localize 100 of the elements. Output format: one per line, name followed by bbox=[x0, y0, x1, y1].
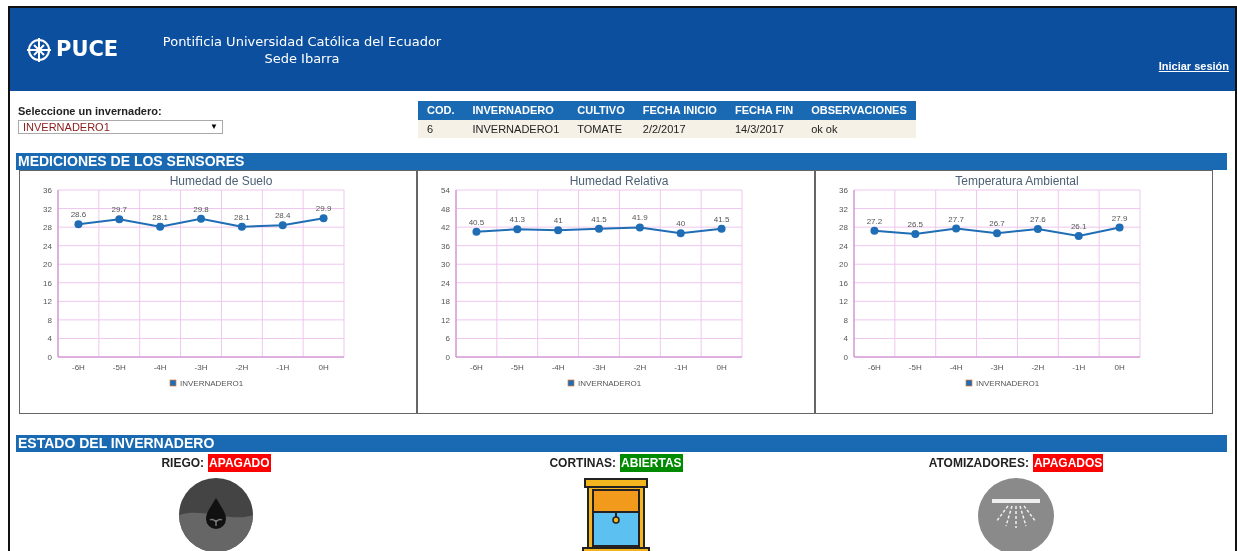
axis-tick-label: 0 bbox=[843, 353, 848, 362]
data-label: 26.1 bbox=[1070, 221, 1087, 231]
axis-tick-label: 0 bbox=[445, 353, 450, 362]
data-point bbox=[115, 215, 124, 224]
data-label: 27.6 bbox=[1030, 214, 1046, 224]
axis-tick-label: -5H bbox=[510, 363, 524, 372]
axis-tick-label: -4H bbox=[551, 363, 565, 372]
data-label: 41.5 bbox=[591, 214, 607, 224]
logo-text: PUCE bbox=[56, 35, 119, 63]
axis-tick-label: -4H bbox=[153, 363, 167, 372]
legend-label: INVERNADERO1 bbox=[578, 379, 642, 388]
data-label: 40 bbox=[676, 219, 686, 229]
axis-tick-label: 8 bbox=[843, 315, 848, 325]
column-header: FECHA FIN bbox=[725, 101, 803, 120]
status-label: CORTINAS: bbox=[549, 455, 617, 472]
status-value: APAGADOS bbox=[1032, 454, 1104, 472]
axis-tick-label: -5H bbox=[908, 363, 922, 372]
data-point bbox=[1033, 224, 1042, 233]
data-label: 27.9 bbox=[1111, 213, 1128, 223]
data-label: 26.7 bbox=[989, 219, 1005, 229]
axis-tick-label: 16 bbox=[839, 278, 848, 288]
axis-tick-label: 18 bbox=[441, 297, 450, 307]
chart-title: Humedad de Suelo bbox=[169, 174, 273, 188]
axis-tick-label: 12 bbox=[43, 297, 52, 307]
axis-tick-label: 12 bbox=[839, 297, 848, 307]
axis-tick-label: 36 bbox=[43, 186, 52, 195]
data-label: 41.3 bbox=[509, 215, 526, 225]
data-point bbox=[1074, 231, 1083, 240]
data-label: 26.5 bbox=[907, 220, 924, 230]
data-point bbox=[635, 223, 644, 232]
logo-icon bbox=[26, 36, 52, 63]
login-link[interactable]: Iniciar sesión bbox=[1158, 60, 1229, 72]
axis-tick-label: 36 bbox=[441, 241, 450, 251]
data-point bbox=[156, 222, 165, 231]
axis-tick-label: 4 bbox=[843, 334, 848, 344]
axis-tick-label: -4H bbox=[949, 363, 963, 372]
axis-tick-label: 0H bbox=[1114, 363, 1125, 372]
axis-tick-label: 30 bbox=[441, 260, 450, 270]
status-value: ABIERTAS bbox=[620, 454, 683, 472]
axis-tick-label: 20 bbox=[43, 260, 52, 270]
axis-tick-label: 42 bbox=[441, 223, 450, 233]
axis-tick-label: -1H bbox=[1072, 363, 1086, 372]
axis-tick-label: 0H bbox=[318, 363, 329, 372]
axis-tick-label: -1H bbox=[674, 363, 688, 372]
data-point bbox=[595, 224, 603, 233]
axis-tick-label: -1H bbox=[276, 363, 290, 372]
axis-tick-label: 20 bbox=[839, 260, 848, 270]
status-value: APAGADO bbox=[208, 454, 271, 472]
data-label: 41 bbox=[553, 216, 563, 226]
data-label: 40.5 bbox=[468, 217, 485, 227]
axis-tick-label: -3H bbox=[990, 363, 1004, 372]
data-point bbox=[993, 229, 1001, 238]
data-label: 28.6 bbox=[70, 210, 87, 220]
column-header: INVERNADERO bbox=[463, 101, 569, 120]
data-point bbox=[197, 214, 205, 223]
chart-title: Temperatura Ambiental bbox=[955, 174, 1079, 188]
axis-tick-label: 0 bbox=[47, 353, 52, 362]
legend-swatch bbox=[965, 379, 973, 387]
axis-tick-label: -2H bbox=[633, 363, 647, 372]
axis-tick-label: 32 bbox=[839, 204, 848, 214]
axis-tick-label: -3H bbox=[592, 363, 606, 372]
axis-tick-label: 48 bbox=[441, 204, 450, 214]
data-point bbox=[319, 214, 328, 223]
axis-tick-label: 28 bbox=[43, 223, 52, 233]
legend-swatch bbox=[169, 379, 177, 387]
data-label: 28.1 bbox=[152, 212, 168, 222]
legend-label: INVERNADERO1 bbox=[976, 379, 1040, 388]
greenhouse-select[interactable]: INVERNADERO1 ▼ bbox=[18, 119, 223, 134]
sprinkler-icon bbox=[978, 478, 1054, 551]
data-point bbox=[870, 226, 879, 235]
section-header: ESTADO DEL INVERNADERO bbox=[16, 435, 1227, 452]
data-point bbox=[472, 227, 481, 236]
axis-tick-label: -2H bbox=[1031, 363, 1045, 372]
selector-label: Seleccione un invernadero: bbox=[18, 104, 163, 119]
data-label: 41.5 bbox=[713, 214, 730, 224]
data-label: 27.7 bbox=[948, 214, 964, 224]
data-label: 29.7 bbox=[111, 205, 128, 215]
axis-tick-label: -2H bbox=[235, 363, 249, 372]
university-name: Pontificia Universidad Católica del Ecuador bbox=[162, 32, 442, 50]
data-point bbox=[676, 229, 685, 238]
axis-tick-label: 24 bbox=[441, 278, 450, 288]
water-drop-icon bbox=[179, 478, 253, 551]
axis-tick-label: -6H bbox=[470, 363, 483, 372]
axis-tick-label: 8 bbox=[47, 315, 52, 325]
dropdown-arrow-icon: ▼ bbox=[210, 120, 218, 133]
axis-tick-label: -6H bbox=[72, 363, 85, 372]
legend-label: INVERNADERO1 bbox=[180, 379, 244, 388]
axis-tick-label: 36 bbox=[839, 186, 848, 195]
data-label: 28.4 bbox=[274, 211, 291, 221]
axis-tick-label: 24 bbox=[839, 241, 848, 251]
data-label: 29.8 bbox=[193, 204, 209, 214]
column-header: FECHA INICIO bbox=[633, 101, 726, 120]
section-header: MEDICIONES DE LOS SENSORES bbox=[16, 153, 1227, 170]
axis-tick-label: 4 bbox=[47, 334, 52, 344]
axis-tick-label: 32 bbox=[43, 204, 52, 214]
axis-tick-label: 0H bbox=[716, 363, 727, 372]
data-label: 28.1 bbox=[234, 212, 250, 222]
axis-tick-label: 28 bbox=[839, 223, 848, 233]
data-point bbox=[1115, 223, 1124, 232]
data-point bbox=[717, 224, 726, 233]
